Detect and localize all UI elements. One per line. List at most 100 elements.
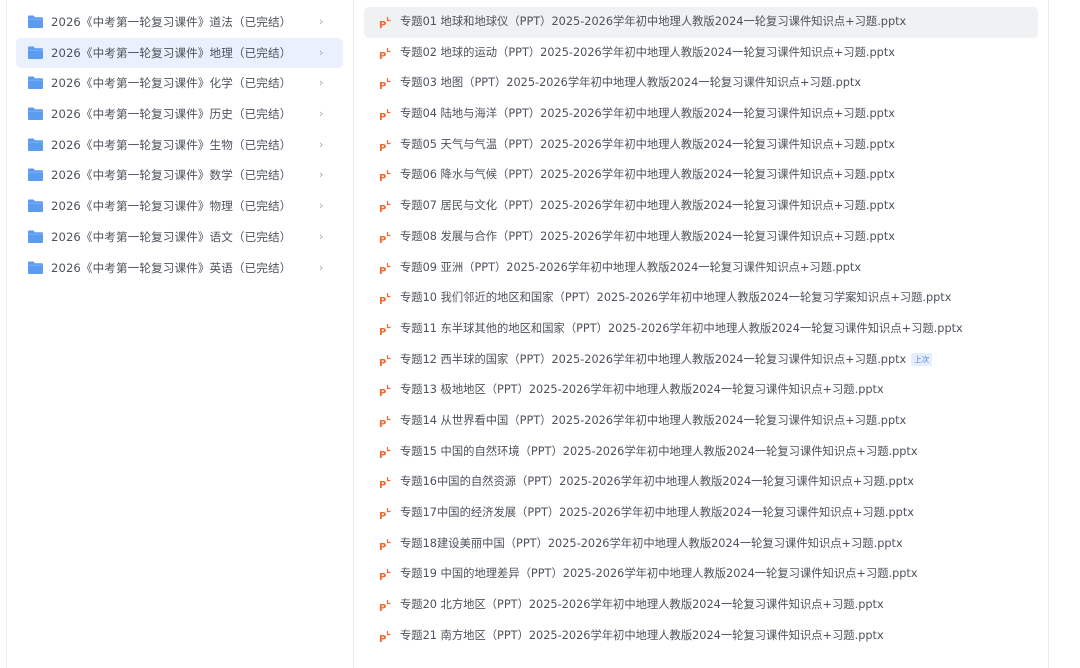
ppt-file-icon: P (379, 262, 391, 276)
pane-border (6, 0, 7, 668)
file-label: 专题04 陆地与海洋（PPT）2025-2026学年初中地理人教版2024一轮复… (400, 99, 895, 130)
file-item[interactable]: P 专题01 地球和地球仪（PPT）2025-2026学年初中地理人教版2024… (364, 7, 1038, 38)
folder-icon (28, 230, 43, 243)
file-label: 专题10 我们邻近的地区和国家（PPT）2025-2026学年初中地理人教版20… (400, 283, 951, 314)
folder-label: 2026《中考第一轮复习课件》语文（已完结） (51, 229, 292, 244)
ppt-file-icon: P (379, 170, 391, 183)
file-label: 专题03 地图（PPT）2025-2026学年初中地理人教版2024一轮复习课件… (400, 68, 861, 99)
file-name: 专题04 陆地与海洋（PPT）2025-2026学年初中地理人教版2024一轮复… (400, 107, 895, 121)
file-item[interactable]: P 专题16中国的自然资源（PPT）2025-2026学年初中地理人教版2024… (364, 467, 1038, 498)
folder-item[interactable]: 2026《中考第一轮复习课件》英语（已完结） › (16, 253, 343, 284)
svg-text:P: P (379, 81, 386, 91)
file-item[interactable]: P 专题20 北方地区（PPT）2025-2026学年初中地理人教版2024一轮… (364, 590, 1038, 621)
file-pane: P 专题01 地球和地球仪（PPT）2025-2026学年初中地理人教版2024… (354, 0, 1049, 668)
ppt-file-icon: P (379, 477, 391, 490)
file-name: 专题16中国的自然资源（PPT）2025-2026学年初中地理人教版2024一轮… (400, 475, 914, 489)
file-label: 专题20 北方地区（PPT）2025-2026学年初中地理人教版2024一轮复习… (400, 590, 884, 621)
folder-icon (28, 107, 43, 121)
file-item[interactable]: P 专题02 地球的运动（PPT）2025-2026学年初中地理人教版2024一… (364, 38, 1038, 69)
folder-label: 2026《中考第一轮复习课件》英语（已完结） (51, 260, 292, 275)
file-item[interactable]: P 专题03 地图（PPT）2025-2026学年初中地理人教版2024一轮复习… (364, 68, 1038, 99)
file-item[interactable]: P 专题15 中国的自然环境（PPT）2025-2026学年初中地理人教版202… (364, 437, 1038, 468)
file-item[interactable]: P 专题06 降水与气候（PPT）2025-2026学年初中地理人教版2024一… (364, 160, 1038, 191)
chevron-right-icon: › (319, 229, 324, 243)
file-name: 专题14 从世界看中国（PPT）2025-2026学年初中地理人教版2024一轮… (400, 413, 907, 427)
folder-icon (28, 261, 43, 274)
file-item[interactable]: P 专题21 南方地区（PPT）2025-2026学年初中地理人教版2024一轮… (364, 621, 1038, 652)
folder-item[interactable]: 2026《中考第一轮复习课件》物理（已完结） › (16, 191, 343, 222)
file-name: 专题13 极地地区（PPT）2025-2026学年初中地理人教版2024一轮复习… (400, 383, 884, 397)
ppt-file-icon: P (379, 569, 391, 582)
file-label: 专题13 极地地区（PPT）2025-2026学年初中地理人教版2024一轮复习… (400, 375, 884, 406)
file-item[interactable]: P 专题04 陆地与海洋（PPT）2025-2026学年初中地理人教版2024一… (364, 99, 1038, 130)
file-item[interactable]: P 专题11 东半球其他的地区和国家（PPT）2025-2026学年初中地理人教… (364, 314, 1038, 345)
file-item[interactable]: P 专题17中国的经济发展（PPT）2025-2026学年初中地理人教版2024… (364, 498, 1038, 529)
file-label: 专题07 居民与文化（PPT）2025-2026学年初中地理人教版2024一轮复… (400, 191, 895, 222)
file-item[interactable]: P 专题18建设美丽中国（PPT）2025-2026学年初中地理人教版2024一… (364, 529, 1038, 560)
svg-text:P: P (379, 51, 386, 61)
chevron-right-icon: › (319, 260, 324, 274)
file-label: 专题09 亚洲（PPT）2025-2026学年初中地理人教版2024一轮复习课件… (400, 253, 861, 284)
svg-text:P: P (379, 296, 386, 306)
ppt-file-icon: P (379, 201, 391, 214)
ppt-file-icon: P (379, 109, 391, 122)
file-name: 专题03 地图（PPT）2025-2026学年初中地理人教版2024一轮复习课件… (400, 76, 862, 90)
file-label: 专题18建设美丽中国（PPT）2025-2026学年初中地理人教版2024一轮复… (400, 529, 903, 560)
ppt-file-icon: P (379, 17, 391, 30)
folder-label: 2026《中考第一轮复习课件》物理（已完结） (51, 199, 292, 214)
file-item[interactable]: P 专题19 中国的地理差异（PPT）2025-2026学年初中地理人教版202… (364, 559, 1038, 590)
ppt-file-icon: P (379, 78, 391, 91)
file-label: 专题12 西半球的国家（PPT）2025-2026学年初中地理人教版2024一轮… (400, 345, 933, 376)
file-item[interactable]: P 专题14 从世界看中国（PPT）2025-2026学年初中地理人教版2024… (364, 406, 1038, 437)
svg-text:P: P (379, 511, 386, 521)
folder-item[interactable]: 2026《中考第一轮复习课件》数学（已完结） › (16, 160, 343, 191)
file-name: 专题09 亚洲（PPT）2025-2026学年初中地理人教版2024一轮复习课件… (400, 260, 862, 274)
ppt-file-icon: P (379, 323, 391, 337)
file-item[interactable]: P 专题08 发展与合作（PPT）2025-2026学年初中地理人教版2024一… (364, 222, 1038, 253)
file-item[interactable]: P 专题09 亚洲（PPT）2025-2026学年初中地理人教版2024一轮复习… (364, 253, 1038, 284)
file-label: 专题14 从世界看中国（PPT）2025-2026学年初中地理人教版2024一轮… (400, 406, 906, 437)
svg-text:P: P (379, 572, 386, 582)
file-item[interactable]: P 专题13 极地地区（PPT）2025-2026学年初中地理人教版2024一轮… (364, 375, 1038, 406)
ppt-file-icon: P (379, 600, 391, 613)
file-item[interactable]: P 专题10 我们邻近的地区和国家（PPT）2025-2026学年初中地理人教版… (364, 283, 1038, 314)
file-item[interactable]: P 专题07 居民与文化（PPT）2025-2026学年初中地理人教版2024一… (364, 191, 1038, 222)
folder-item[interactable]: 2026《中考第一轮复习课件》语文（已完结） › (16, 222, 343, 253)
file-name: 专题12 西半球的国家（PPT）2025-2026学年初中地理人教版2024一轮… (400, 352, 907, 366)
chevron-right-icon: › (319, 45, 324, 59)
file-label: 专题19 中国的地理差异（PPT）2025-2026学年初中地理人教版2024一… (400, 559, 918, 590)
file-name: 专题19 中国的地理差异（PPT）2025-2026学年初中地理人教版2024一… (400, 567, 918, 581)
ppt-file-icon: P (379, 293, 391, 306)
ppt-file-icon: P (379, 508, 391, 521)
folder-list: 2026《中考第一轮复习课件》道法（已完结） › 2026《中考第一轮复习课件》… (16, 7, 343, 283)
folder-item[interactable]: 2026《中考第一轮复习课件》地理（已完结） › (16, 37, 343, 69)
svg-text:P: P (379, 450, 386, 460)
svg-text:P: P (379, 388, 386, 398)
file-label: 专题01 地球和地球仪（PPT）2025-2026学年初中地理人教版2024一轮… (400, 7, 906, 38)
file-name: 专题08 发展与合作（PPT）2025-2026学年初中地理人教版2024一轮复… (400, 229, 895, 243)
file-name: 专题06 降水与气候（PPT）2025-2026学年初中地理人教版2024一轮复… (400, 168, 895, 182)
ppt-file-icon: P (379, 354, 391, 368)
ppt-file-icon: P (379, 47, 391, 61)
file-name: 专题15 中国的自然环境（PPT）2025-2026学年初中地理人教版2024一… (400, 444, 918, 458)
file-label: 专题02 地球的运动（PPT）2025-2026学年初中地理人教版2024一轮复… (400, 38, 895, 69)
file-item[interactable]: P 专题12 西半球的国家（PPT）2025-2026学年初中地理人教版2024… (364, 345, 1038, 376)
svg-text:P: P (379, 204, 386, 214)
svg-text:P: P (379, 634, 386, 644)
file-name: 专题18建设美丽中国（PPT）2025-2026学年初中地理人教版2024一轮复… (400, 536, 903, 550)
folder-label: 2026《中考第一轮复习课件》地理（已完结） (51, 45, 292, 60)
svg-text:P: P (379, 327, 386, 337)
folder-item[interactable]: 2026《中考第一轮复习课件》历史（已完结） › (16, 99, 343, 130)
file-label: 专题21 南方地区（PPT）2025-2026学年初中地理人教版2024一轮复习… (400, 621, 884, 652)
folder-item[interactable]: 2026《中考第一轮复习课件》化学（已完结） › (16, 68, 343, 99)
folder-item[interactable]: 2026《中考第一轮复习课件》生物（已完结） › (16, 130, 343, 161)
file-label: 专题06 降水与气候（PPT）2025-2026学年初中地理人教版2024一轮复… (400, 160, 895, 191)
folder-item[interactable]: 2026《中考第一轮复习课件》道法（已完结） › (16, 7, 343, 38)
file-name: 专题02 地球的运动（PPT）2025-2026学年初中地理人教版2024一轮复… (400, 45, 895, 59)
ppt-file-icon: P (379, 385, 391, 398)
folder-label: 2026《中考第一轮复习课件》道法（已完结） (51, 15, 292, 29)
file-name: 专题20 北方地区（PPT）2025-2026学年初中地理人教版2024一轮复习… (400, 598, 884, 612)
file-label: 专题15 中国的自然环境（PPT）2025-2026学年初中地理人教版2024一… (400, 437, 918, 468)
chevron-right-icon: › (319, 107, 324, 121)
file-item[interactable]: P 专题05 天气与气温（PPT）2025-2026学年初中地理人教版2024一… (364, 130, 1038, 161)
